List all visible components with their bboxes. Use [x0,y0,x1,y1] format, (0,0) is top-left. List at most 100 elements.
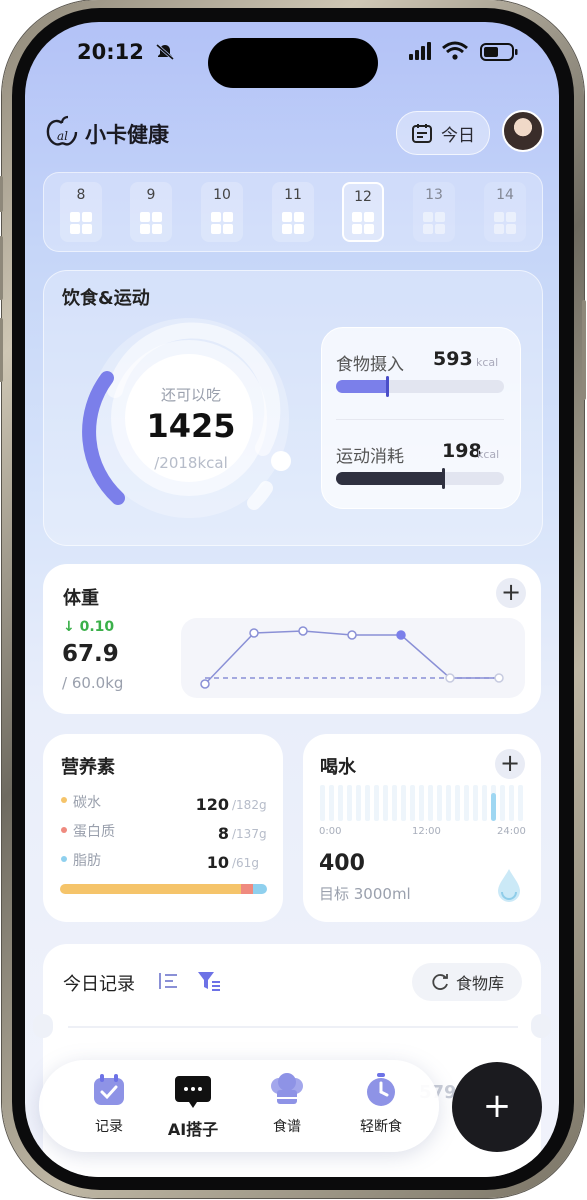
fat-dot [61,856,67,862]
sort-list-icon[interactable] [157,970,179,992]
dynamic-island [208,38,378,88]
water-tick-end: 24:00 [497,826,526,837]
refresh-search-icon [432,974,448,990]
battery-icon [480,43,518,61]
protein-label: 蛋白质 [73,824,115,840]
diet-card-title: 饮食&运动 [62,288,150,309]
exercise-label: 运动消耗 [336,447,404,467]
water-goal: 目标 3000ml [319,885,411,903]
tab-fasting[interactable]: 轻断食 [341,1072,421,1136]
weight-delta-value: 0.10 [79,619,115,635]
intake-bar-fill [336,380,388,393]
calendar-check-icon [94,1074,124,1105]
day-grid-icon [494,212,516,234]
app-title: 小卡健康 [85,123,169,147]
day-number: 14 [496,187,514,203]
weight-trend-chart [200,626,504,689]
records-title: 今日记录 [63,974,135,995]
status-icons [409,41,518,61]
protein-dot [61,827,67,833]
day-9[interactable]: 9 [130,182,172,242]
intake-bar-marker [386,376,389,397]
filter-icon[interactable] [197,970,221,992]
carb-segment [60,884,241,894]
signal-icon [409,42,431,60]
carb-label: 碳水 [73,795,101,811]
day-number: 8 [76,187,86,203]
user-avatar[interactable] [502,110,544,152]
intake-label: 食物摄入 [336,355,404,375]
weight-title: 体重 [63,588,99,609]
tab-label: AI搭子 [167,1120,219,1139]
day-grid-icon [352,212,374,234]
silent-bell-icon [156,43,175,61]
panel-divider [336,419,504,420]
day-8[interactable]: 8 [60,182,102,242]
calendar-icon [412,124,432,143]
add-weight-button[interactable]: + [496,578,526,608]
day-12-selected[interactable]: 12 [342,182,384,242]
weight-point [298,626,308,636]
day-10[interactable]: 10 [201,182,243,242]
today-button[interactable]: 今日 [396,111,490,155]
weight-point [200,679,210,689]
day-number: 12 [354,189,372,205]
add-water-button[interactable]: + [495,749,525,779]
protein-segment [241,884,253,894]
fat-total: /61g [232,856,259,870]
today-label: 今日 [441,125,475,146]
carb-dot [61,797,67,803]
ticket-notch-left [33,1014,53,1038]
food-library-label: 食物库 [455,974,504,993]
water-timeline [320,785,523,821]
intake-value: 593 [433,348,473,370]
tab-label: 记录 [95,1119,123,1135]
water-entry-bar [491,793,496,821]
day-13[interactable]: 13 [413,182,455,242]
week-strip: 8 9 10 11 12 13 14 [43,172,543,252]
fat-label: 脂肪 [73,853,101,869]
tab-recipes[interactable]: 食谱 [247,1072,327,1136]
protein-value: 8 [217,824,229,843]
weight-point [249,628,259,638]
exercise-bar-fill [336,472,444,485]
day-number: 13 [425,187,443,203]
power-button [582,300,586,400]
day-grid-icon [282,212,304,234]
day-number: 9 [146,187,156,203]
remaining-label: 还可以吃 [160,386,221,404]
carb-total: /182g [232,798,267,812]
chat-bubble-icon [175,1076,211,1108]
day-14[interactable]: 14 [484,182,526,242]
tab-label: 食谱 [273,1119,301,1135]
tab-records[interactable]: 记录 [69,1072,149,1136]
intake-unit: kcal [476,356,499,369]
weight-point [347,630,357,640]
ticket-notch-right [531,1014,551,1038]
exercise-unit: kcal [477,448,500,461]
food-library-button[interactable]: 食物库 [412,963,522,1001]
carb-value: 120 [195,795,229,814]
wifi-icon [442,41,468,60]
day-number: 11 [284,187,302,203]
nutrition-title: 营养素 [61,757,115,778]
status-time: 20:12 [77,40,175,64]
records-divider [68,1026,518,1028]
water-tick-start: 0:00 [319,826,342,837]
volume-down-button [0,318,3,382]
weight-value: 67.9 [62,641,119,667]
tab-ai-buddy[interactable]: AI搭子 [153,1072,233,1140]
day-grid-icon [70,212,92,234]
app-logo-icon: al [46,115,78,146]
day-11[interactable]: 11 [272,182,314,242]
arrow-down-icon: ↓ [63,619,75,635]
weight-target: / 60.0kg [62,674,124,692]
fat-segment [253,884,267,894]
tab-label: 轻断食 [360,1119,402,1135]
volume-up-button [0,236,3,300]
day-grid-icon [211,212,233,234]
weight-point [494,673,504,683]
water-drop-icon [498,869,520,902]
app-screen: 20:12 al 小卡健康 今日 8 9 10 11 12 13 14 饮食&运… [25,22,559,1177]
add-record-fab[interactable]: + [452,1062,542,1152]
